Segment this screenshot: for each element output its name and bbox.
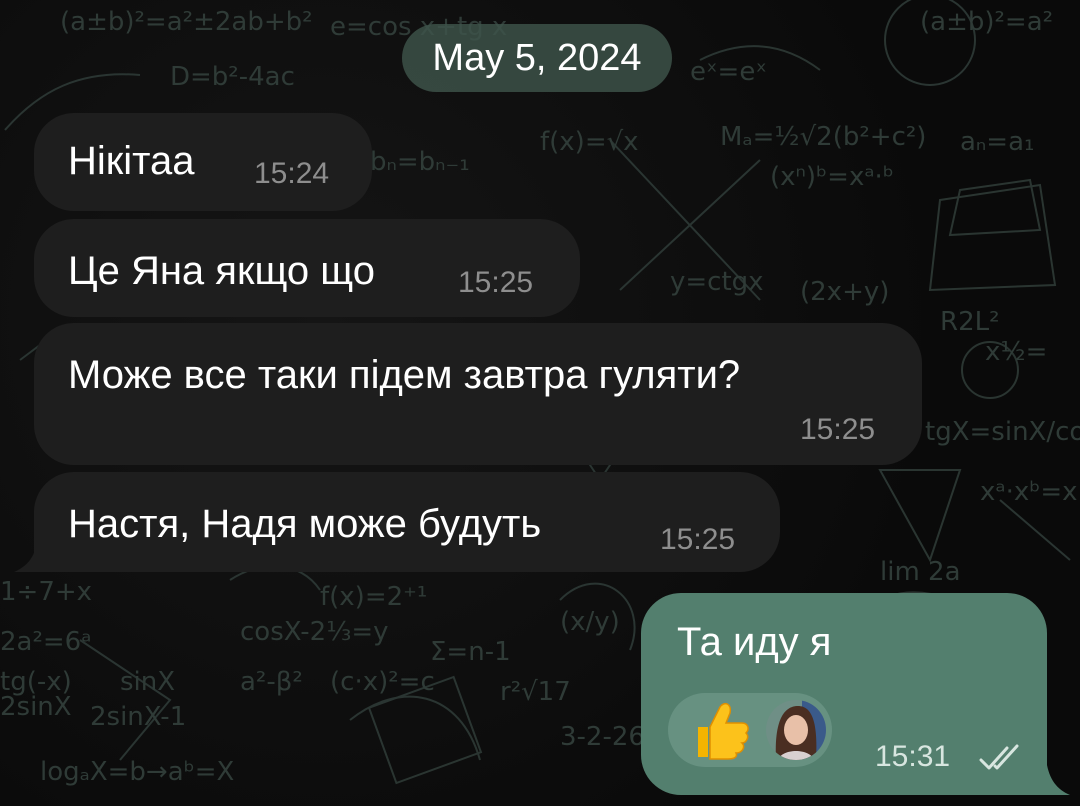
reaction-chip[interactable]	[668, 693, 832, 767]
svg-text:2sinX-1: 2sinX-1	[90, 702, 186, 732]
message-text: Та иду я	[677, 620, 832, 664]
message-timestamp: 15:31	[875, 740, 951, 773]
chat-view[interactable]: (a±b)²=a²±2ab+b² e=cos x+tg x (a±b)²=a² …	[0, 0, 1080, 806]
svg-text:cosX-2⅓=y: cosX-2⅓=y	[240, 617, 389, 647]
message-text: Може все таки підем завтра гуляти?	[68, 353, 741, 397]
outgoing-bubble-tail	[1030, 758, 1070, 795]
svg-text:D=b²-4ac: D=b²-4ac	[170, 62, 295, 92]
svg-text:2a²=6ᵃ: 2a²=6ᵃ	[0, 627, 91, 657]
svg-text:bₙ=bₙ₋₁: bₙ=bₙ₋₁	[370, 147, 470, 177]
svg-text:f(x)=√x: f(x)=√x	[540, 127, 639, 157]
svg-text:eˣ=eˣ: eˣ=eˣ	[690, 57, 767, 87]
svg-text:(c·x)²=c: (c·x)²=c	[330, 667, 435, 697]
svg-text:R2L²: R2L²	[940, 307, 1000, 337]
double-check-icon	[979, 744, 1019, 770]
svg-text:lim 2a: lim 2a	[880, 557, 961, 587]
svg-text:aₙ=a₁: aₙ=a₁	[960, 127, 1034, 157]
message-timestamp: 15:25	[800, 413, 876, 446]
svg-text:Σ=n-1: Σ=n-1	[430, 637, 511, 667]
incoming-message-bubble[interactable]: Нікітаа 15:24	[34, 113, 372, 211]
message-timestamp: 15:25	[458, 266, 534, 299]
svg-text:(2x+y): (2x+y)	[800, 277, 889, 307]
message-timestamp: 15:24	[254, 157, 330, 190]
svg-text:r²√17: r²√17	[500, 677, 571, 707]
svg-text:f(x)=2⁺¹: f(x)=2⁺¹	[320, 582, 427, 612]
thumbs-up-icon	[698, 702, 749, 760]
incoming-message-bubble[interactable]: Може все таки підем завтра гуляти? 15:25	[34, 323, 922, 465]
svg-text:(xⁿ)ᵇ=xᵃ·ᵇ: (xⁿ)ᵇ=xᵃ·ᵇ	[770, 162, 894, 192]
svg-text:2sinX: 2sinX	[0, 692, 72, 722]
svg-text:tgX=sinX/cosX: tgX=sinX/cosX	[925, 417, 1080, 447]
svg-text:xᵃ·xᵇ=x: xᵃ·xᵇ=x	[980, 477, 1078, 507]
incoming-bubble-tail	[14, 536, 54, 572]
svg-text:(x/y): (x/y)	[560, 607, 620, 637]
svg-text:sinX: sinX	[120, 667, 175, 697]
outgoing-message-bubble[interactable]: Та иду я 15:31	[641, 593, 1047, 795]
message-text: Настя, Надя може будуть	[68, 502, 542, 546]
incoming-message-bubble[interactable]: Це Яна якщо що 15:25	[34, 219, 580, 317]
message-text: Нікітаа	[68, 139, 195, 183]
message-timestamp: 15:25	[660, 523, 736, 556]
svg-text:(a±b)²=a²: (a±b)²=a²	[920, 7, 1053, 37]
svg-text:logₐX=b→aᵇ=X: logₐX=b→aᵇ=X	[40, 757, 234, 787]
svg-text:a²-β²: a²-β²	[240, 667, 303, 697]
avatar	[766, 700, 826, 760]
incoming-message-bubble[interactable]: Настя, Надя може будуть 15:25	[34, 472, 780, 572]
svg-text:3-2-26: 3-2-26	[560, 722, 645, 752]
message-text: Це Яна якщо що	[68, 249, 375, 293]
svg-text:1÷7+x: 1÷7+x	[0, 577, 92, 607]
svg-text:x½=: x½=	[985, 337, 1047, 367]
date-separator: May 5, 2024	[402, 24, 672, 92]
svg-text:(a±b)²=a²±2ab+b²: (a±b)²=a²±2ab+b²	[60, 7, 313, 37]
svg-text:y=ctgx: y=ctgx	[670, 267, 764, 297]
svg-text:Mₐ=½√2(b²+c²): Mₐ=½√2(b²+c²)	[720, 122, 926, 152]
